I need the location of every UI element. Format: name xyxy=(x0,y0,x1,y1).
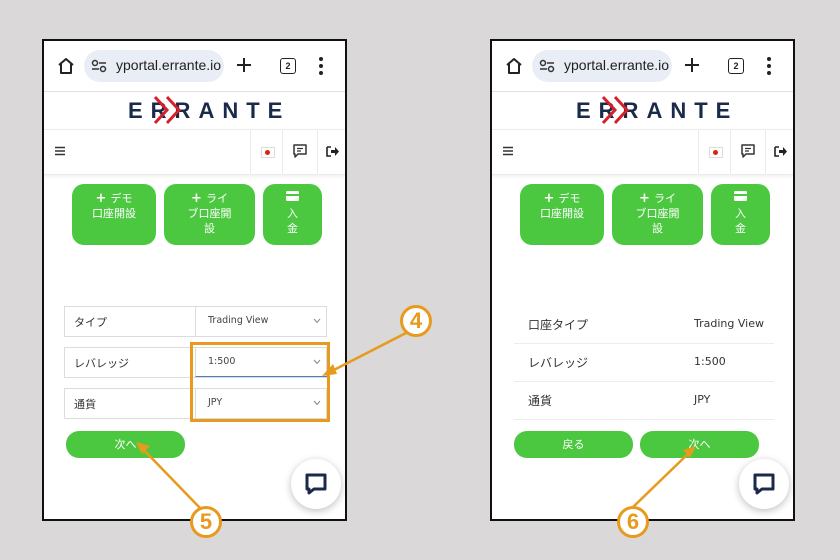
phone-screen-right: yportal.errante.io 2 ERRANTE + デモ 口座開設 + ラ… xyxy=(490,39,795,521)
language-selector[interactable] xyxy=(250,130,282,174)
demo-button-label-1: デモ xyxy=(110,192,133,205)
live-chat-button[interactable] xyxy=(739,459,789,509)
plus-icon: + xyxy=(95,191,107,206)
errante-logo: ERRANTE xyxy=(492,91,793,129)
site-settings-icon[interactable] xyxy=(91,59,107,73)
messages-button[interactable] xyxy=(730,130,765,174)
deposit-button[interactable]: 入 金 xyxy=(711,184,770,245)
message-icon xyxy=(741,144,755,158)
open-demo-account-button[interactable]: + デモ 口座開設 xyxy=(72,184,156,245)
leverage-currency-highlight xyxy=(190,342,330,422)
currency-value: JPY xyxy=(694,393,711,406)
phone-screen-left: yportal.errante.io 2 ERRANTE + デモ 口座開設 + ラ… xyxy=(42,39,347,521)
address-bar[interactable]: yportal.errante.io xyxy=(84,50,224,82)
logout-button[interactable] xyxy=(317,130,345,174)
demo-button-label-2: 口座開設 xyxy=(92,207,136,220)
open-live-account-button[interactable]: + ライ ブ口座開 設 xyxy=(612,184,703,245)
leverage-label: レバレッジ xyxy=(528,356,589,370)
logo-mark-icon xyxy=(601,95,630,125)
step-4-marker: 4 xyxy=(400,305,432,337)
credit-card-icon xyxy=(286,191,299,201)
live-button-label-2: ブ口座開 xyxy=(635,207,680,220)
home-icon[interactable] xyxy=(504,56,524,76)
summary-row-leverage: レバレッジ 1:500 xyxy=(514,344,774,382)
hamburger-menu-icon[interactable] xyxy=(503,146,513,156)
demo-button-label-2: 口座開設 xyxy=(540,207,584,220)
hamburger-menu-icon[interactable] xyxy=(55,146,65,156)
live-button-label-3: 設 xyxy=(652,222,663,235)
live-button-label-3: 設 xyxy=(204,222,215,235)
chat-bubble-icon xyxy=(305,473,327,495)
leverage-label: レバレッジ xyxy=(74,357,129,370)
more-menu-icon[interactable] xyxy=(318,56,324,76)
type-label: タイプ xyxy=(74,316,107,329)
form-row-type: タイプ Trading View xyxy=(64,306,327,337)
live-button-label-1: ライ xyxy=(205,192,228,205)
browser-toolbar: yportal.errante.io 2 xyxy=(44,41,345,92)
deposit-label-1: 入 xyxy=(287,207,298,220)
japan-flag-icon xyxy=(261,147,275,158)
open-live-account-button[interactable]: + ライ ブ口座開 設 xyxy=(164,184,255,245)
step-6-marker: 6 xyxy=(617,506,649,538)
summary-row-currency: 通貨 JPY xyxy=(514,382,774,420)
deposit-button[interactable]: 入 金 xyxy=(263,184,322,245)
address-bar[interactable]: yportal.errante.io xyxy=(532,50,672,82)
chat-bubble-icon xyxy=(753,473,775,495)
plus-icon: + xyxy=(639,191,650,206)
more-menu-icon[interactable] xyxy=(766,56,772,76)
home-icon[interactable] xyxy=(56,56,76,76)
back-button[interactable]: 戻る xyxy=(514,431,633,458)
demo-button-label-1: デモ xyxy=(558,192,581,205)
step-5-marker: 5 xyxy=(190,506,222,538)
deposit-label-2: 金 xyxy=(735,222,746,235)
logo-mark-icon xyxy=(153,95,182,125)
site-nav-bar xyxy=(492,129,793,175)
japan-flag-icon xyxy=(709,147,723,158)
language-selector[interactable] xyxy=(698,130,730,174)
plus-icon: + xyxy=(543,191,555,206)
site-settings-icon[interactable] xyxy=(539,59,555,73)
next-button[interactable]: 次へ xyxy=(66,431,185,458)
account-type-label: 口座タイプ xyxy=(528,318,589,332)
currency-label: 通貨 xyxy=(528,394,553,408)
next-button[interactable]: 次へ xyxy=(640,431,759,458)
type-select-value: Trading View xyxy=(208,315,269,326)
plus-icon: + xyxy=(191,191,202,206)
live-chat-button[interactable] xyxy=(291,459,341,509)
live-button-label-1: ライ xyxy=(653,192,676,205)
logout-icon xyxy=(774,146,787,157)
message-icon xyxy=(293,144,307,158)
messages-button[interactable] xyxy=(282,130,317,174)
live-button-label-2: ブ口座開 xyxy=(187,207,232,220)
url-text: yportal.errante.io xyxy=(564,57,670,73)
url-text: yportal.errante.io xyxy=(116,57,222,73)
logout-button[interactable] xyxy=(765,130,793,174)
tab-count-icon[interactable]: 2 xyxy=(728,58,744,74)
leverage-value: 1:500 xyxy=(694,355,726,368)
credit-card-icon xyxy=(734,191,747,201)
errante-logo: ERRANTE xyxy=(44,91,345,129)
account-type-value: Trading View xyxy=(694,317,764,330)
browser-toolbar: yportal.errante.io 2 xyxy=(492,41,793,92)
logout-icon xyxy=(326,146,339,157)
open-demo-account-button[interactable]: + デモ 口座開設 xyxy=(520,184,604,245)
deposit-label-2: 金 xyxy=(287,222,298,235)
chevron-down-icon xyxy=(313,318,321,324)
site-nav-bar xyxy=(44,129,345,175)
new-tab-icon[interactable] xyxy=(234,55,254,75)
deposit-label-1: 入 xyxy=(735,207,746,220)
new-tab-icon[interactable] xyxy=(682,55,702,75)
summary-row-account-type: 口座タイプ Trading View xyxy=(514,306,774,344)
type-select[interactable]: Trading View xyxy=(195,307,327,336)
tab-count-icon[interactable]: 2 xyxy=(280,58,296,74)
currency-label: 通貨 xyxy=(74,398,96,411)
